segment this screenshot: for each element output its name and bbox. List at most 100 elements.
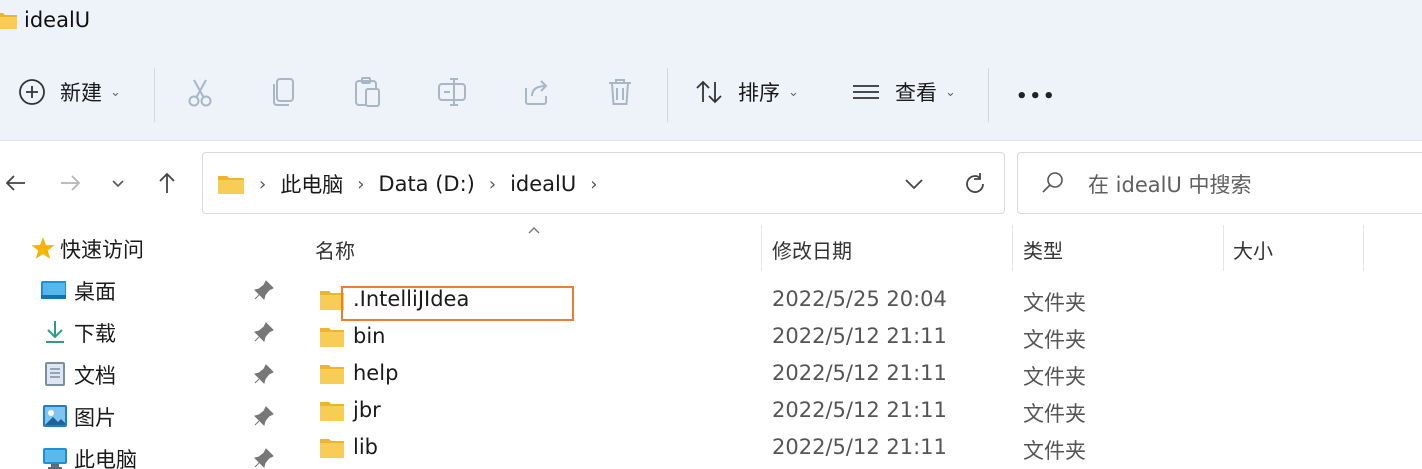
toolbar-divider bbox=[988, 68, 989, 122]
breadcrumb-separator-icon: › bbox=[357, 173, 365, 195]
plus-circle-icon bbox=[19, 79, 45, 105]
sidebar-item-this-pc[interactable]: 此电脑 bbox=[0, 437, 285, 469]
sidebar-item-downloads[interactable]: 下载 bbox=[0, 311, 285, 351]
file-modified: 2022/5/12 21:11 bbox=[772, 324, 947, 348]
breadcrumb-folder[interactable]: idealU bbox=[510, 172, 576, 196]
column-header-modified[interactable]: 修改日期 bbox=[772, 235, 852, 264]
sidebar-item-documents[interactable]: 文档 bbox=[0, 353, 285, 393]
file-name: help bbox=[353, 361, 399, 385]
toolbar-divider bbox=[667, 68, 668, 122]
chevron-down-icon: ⌄ bbox=[945, 84, 956, 100]
title-bar: idealU bbox=[0, 0, 1422, 44]
search-placeholder: 在 idealU 中搜索 bbox=[1088, 173, 1252, 197]
table-row[interactable]: help 2022/5/12 21:11 文件夹 bbox=[285, 357, 1422, 394]
table-row[interactable]: jbr 2022/5/12 21:11 文件夹 bbox=[285, 394, 1422, 431]
file-type: 文件夹 bbox=[1023, 291, 1086, 315]
column-header-size[interactable]: 大小 bbox=[1233, 235, 1273, 264]
sidebar-item-label: 文档 bbox=[74, 364, 116, 388]
breadcrumb-separator-icon: › bbox=[488, 173, 497, 195]
column-divider[interactable] bbox=[761, 225, 762, 271]
sidebar-item-label: 快速访问 bbox=[60, 238, 144, 262]
file-modified: 2022/5/12 21:11 bbox=[772, 435, 947, 459]
file-list: 名称 修改日期 类型 大小 .IntelliJIdea 2022/5/25 20… bbox=[285, 225, 1422, 469]
sort-arrows-icon bbox=[696, 80, 722, 104]
star-icon bbox=[31, 237, 55, 259]
folder-icon bbox=[320, 365, 344, 384]
annotation-highlight-box bbox=[341, 286, 574, 321]
pin-icon[interactable] bbox=[253, 447, 275, 469]
forward-arrow-icon[interactable] bbox=[56, 169, 84, 197]
breadcrumb-this-pc[interactable]: 此电脑 bbox=[280, 169, 343, 199]
folder-icon bbox=[320, 439, 344, 458]
cut-icon[interactable] bbox=[182, 74, 218, 110]
rename-icon[interactable] bbox=[434, 74, 470, 110]
folder-icon bbox=[0, 13, 17, 29]
search-icon bbox=[1042, 172, 1063, 193]
desktop-icon bbox=[41, 281, 66, 299]
column-divider[interactable] bbox=[1363, 225, 1364, 271]
new-button-label: 新建 bbox=[60, 81, 102, 105]
paste-icon[interactable] bbox=[350, 74, 386, 110]
sidebar-item-pictures[interactable]: 图片 bbox=[0, 395, 285, 435]
toolbar-divider bbox=[154, 68, 155, 122]
column-divider[interactable] bbox=[1223, 225, 1224, 271]
file-name: bin bbox=[353, 324, 386, 348]
pin-icon[interactable] bbox=[253, 405, 275, 427]
computer-icon bbox=[43, 448, 67, 469]
folder-icon bbox=[320, 402, 344, 421]
column-header-type[interactable]: 类型 bbox=[1023, 235, 1063, 264]
address-history-chevron-icon[interactable] bbox=[901, 171, 927, 197]
file-modified: 2022/5/12 21:11 bbox=[772, 361, 947, 385]
file-type: 文件夹 bbox=[1023, 439, 1086, 463]
column-header-name[interactable]: 名称 bbox=[315, 235, 355, 264]
file-type: 文件夹 bbox=[1023, 328, 1086, 352]
sidebar-item-quick-access[interactable]: 快速访问 bbox=[0, 227, 285, 267]
table-row[interactable]: lib 2022/5/12 21:11 文件夹 bbox=[285, 431, 1422, 468]
new-button[interactable]: 新建 ⌄ bbox=[18, 70, 121, 114]
pin-icon[interactable] bbox=[253, 321, 275, 343]
navigation-bar: › 此电脑 › Data (D:) › idealU › 在 idealU 中搜… bbox=[0, 141, 1422, 225]
view-list-icon bbox=[853, 85, 879, 99]
chevron-down-icon: ⌄ bbox=[110, 84, 121, 100]
delete-icon[interactable] bbox=[602, 74, 638, 110]
copy-icon[interactable] bbox=[266, 74, 302, 110]
table-row[interactable]: bin 2022/5/12 21:11 文件夹 bbox=[285, 320, 1422, 357]
more-icon: ••• bbox=[1016, 85, 1057, 107]
command-bar: 新建 ⌄ 排序 ⌄ 查看 ⌄ ••• bbox=[0, 44, 1422, 141]
window-title: idealU bbox=[24, 8, 91, 32]
pin-icon[interactable] bbox=[253, 279, 275, 301]
more-options-button[interactable]: ••• bbox=[1016, 74, 1057, 118]
file-modified: 2022/5/12 21:11 bbox=[772, 398, 947, 422]
recent-locations-chevron-icon[interactable] bbox=[104, 169, 132, 197]
up-arrow-icon[interactable] bbox=[153, 169, 181, 197]
document-icon bbox=[45, 362, 65, 386]
refresh-icon[interactable] bbox=[960, 169, 990, 199]
sort-button[interactable]: 排序 ⌄ bbox=[694, 70, 799, 114]
breadcrumb: › 此电脑 › Data (D:) › idealU › bbox=[217, 169, 611, 199]
column-divider[interactable] bbox=[1012, 225, 1013, 271]
sidebar-item-label: 图片 bbox=[74, 406, 116, 430]
view-button[interactable]: 查看 ⌄ bbox=[851, 70, 956, 114]
breadcrumb-separator-icon: › bbox=[590, 173, 598, 195]
sidebar-item-label: 此电脑 bbox=[74, 448, 137, 469]
picture-icon bbox=[43, 405, 67, 427]
breadcrumb-drive[interactable]: Data (D:) bbox=[378, 172, 474, 196]
pin-icon[interactable] bbox=[253, 363, 275, 385]
download-icon bbox=[46, 321, 64, 343]
folder-icon bbox=[320, 328, 344, 347]
file-name: jbr bbox=[353, 398, 381, 422]
sort-ascending-icon bbox=[528, 227, 540, 234]
sidebar-item-desktop[interactable]: 桌面 bbox=[0, 269, 285, 309]
sort-button-label: 排序 bbox=[738, 81, 780, 105]
search-box[interactable]: 在 idealU 中搜索 bbox=[1017, 152, 1422, 214]
folder-icon bbox=[218, 176, 244, 194]
navigation-pane: 快速访问 桌面 下载 文档 图片 此电脑 bbox=[0, 225, 285, 469]
back-arrow-icon[interactable] bbox=[2, 169, 30, 197]
chevron-down-icon: ⌄ bbox=[788, 84, 799, 100]
share-icon[interactable] bbox=[518, 74, 554, 110]
file-type: 文件夹 bbox=[1023, 365, 1086, 389]
address-bar[interactable]: › 此电脑 › Data (D:) › idealU › bbox=[202, 152, 1005, 214]
view-button-label: 查看 bbox=[895, 81, 937, 105]
file-type: 文件夹 bbox=[1023, 402, 1086, 426]
sidebar-item-label: 桌面 bbox=[74, 280, 116, 304]
